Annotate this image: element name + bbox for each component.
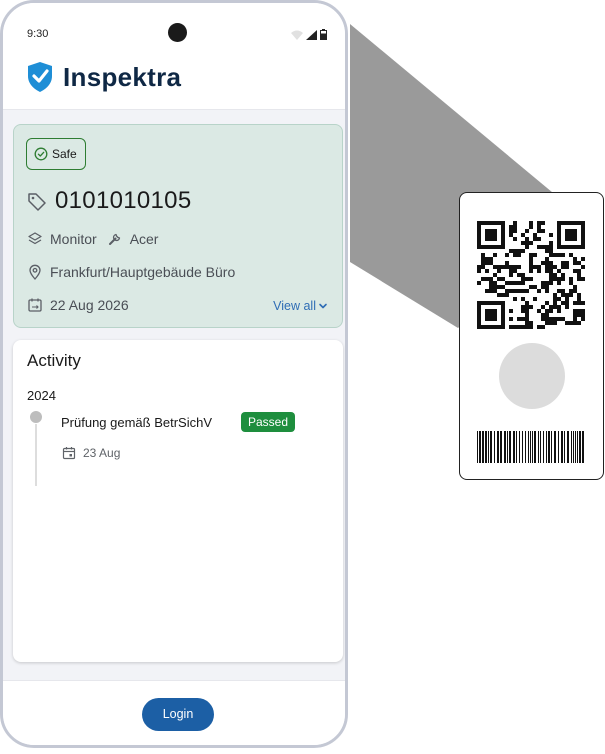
asset-type: Monitor [50,231,97,247]
tag-icon [28,193,46,211]
result-badge: Passed [241,412,296,432]
timeline-line [35,424,37,486]
activity-item-date-row: 23 Aug [62,446,120,460]
asset-id: 0101010105 [55,187,192,214]
login-button[interactable]: Login [142,698,214,731]
asset-next-date: 22 Aug 2026 [50,297,129,313]
layers-icon [28,232,42,245]
asset-id-row: 0101010105 [27,187,191,215]
chevron-down-icon [319,303,327,309]
asset-location-row: Frankfurt/Hauptgebäude Büro [27,264,235,280]
asset-label-card [459,192,604,480]
app-header: Inspektra [3,51,345,110]
status-time: 9:30 [27,28,49,40]
system-icons [291,29,327,40]
location-pin-icon [29,264,41,280]
label-photo-placeholder [499,343,565,409]
asset-location: Frankfurt/Hauptgebäude Büro [50,264,236,280]
status-chip: Safe [26,138,86,170]
view-all-link[interactable]: View all [273,299,328,313]
wifi-icon [291,30,303,40]
asset-date-row: 22 Aug 2026 [27,297,129,313]
bottom-bar: Login [3,680,345,745]
status-bar: 9:30 [3,3,345,51]
camera-cutout [168,23,187,42]
activity-year: 2024 [27,388,56,403]
battery-icon [320,29,327,40]
qr-code [477,221,585,329]
view-all-label: View all [273,299,316,313]
asset-type-row: Monitor Acer [27,231,158,247]
status-label: Safe [52,147,77,161]
check-circle-icon [34,147,48,161]
activity-item-date: 23 Aug [83,446,121,460]
wrench-icon [108,233,120,245]
shield-check-icon [28,62,52,92]
activity-item-name[interactable]: Prüfung gemäß BetrSichV [61,415,212,430]
timeline-dot [30,411,42,423]
calendar-repeat-icon [28,298,42,312]
activity-title: Activity [27,351,81,370]
calendar-icon [62,447,76,460]
phone-frame: 9:30 Inspektra Safe 0101010105 Monitor A… [0,0,348,748]
barcode [477,431,584,463]
brand-name: Inspektra [63,62,182,92]
asset-manufacturer: Acer [129,231,159,247]
asset-card: Safe 0101010105 Monitor Acer Frankfurt/H… [13,124,343,328]
signal-icon [306,29,317,40]
activity-card: Activity 2024 Prüfung gemäß BetrSichV Pa… [13,340,343,662]
